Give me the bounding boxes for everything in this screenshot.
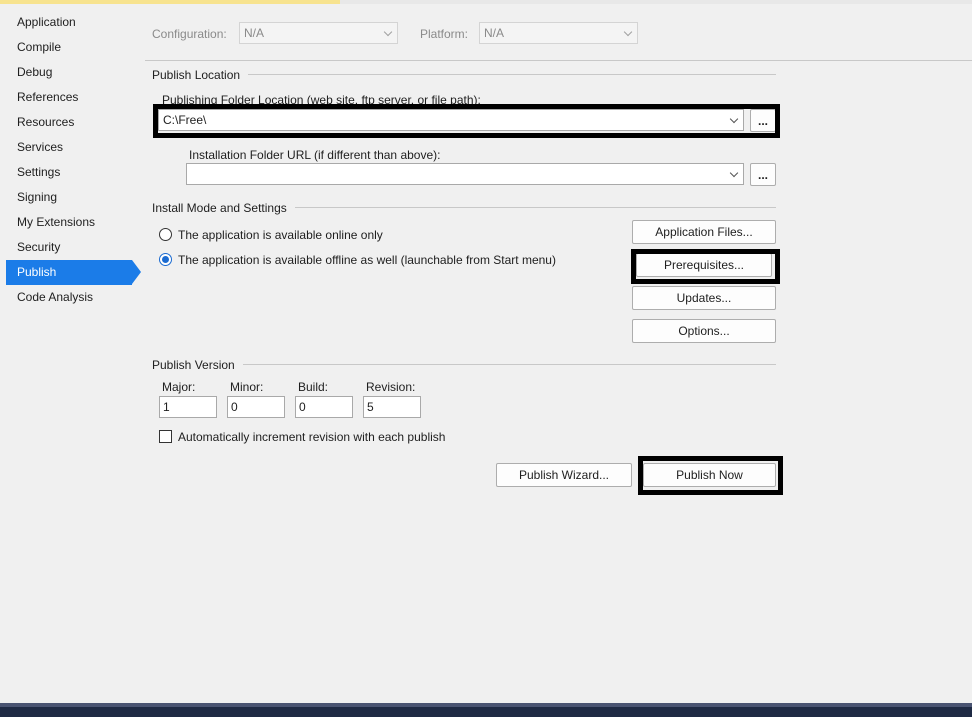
header-divider	[145, 60, 972, 61]
top-tab-strip	[0, 0, 972, 4]
publish-now-button[interactable]: Publish Now	[643, 463, 776, 487]
offline-radio[interactable]	[159, 253, 172, 266]
chevron-down-icon	[729, 114, 739, 124]
installation-url-label: Installation Folder URL (if different th…	[189, 148, 441, 162]
nav-item-settings[interactable]: Settings	[6, 160, 136, 185]
configuration-label: Configuration:	[152, 27, 227, 41]
chevron-down-icon	[623, 27, 633, 37]
major-label: Major:	[162, 380, 196, 394]
nav-item-compile[interactable]: Compile	[6, 35, 136, 60]
build-label: Build:	[298, 380, 329, 394]
minor-input[interactable]: 0	[227, 396, 285, 418]
offline-label[interactable]: The application is available offline as …	[178, 253, 556, 267]
nav-item-publish[interactable]: Publish	[6, 260, 141, 285]
publishing-folder-value: C:\Free\	[163, 113, 207, 127]
nav-item-my-extensions[interactable]: My Extensions	[6, 210, 136, 235]
nav-item-debug[interactable]: Debug	[6, 60, 136, 85]
options-button[interactable]: Options...	[632, 319, 776, 343]
install-mode-title: Install Mode and Settings	[152, 201, 295, 215]
publishing-folder-label: Publishing Folder Location (web site, ft…	[162, 93, 481, 107]
status-bar	[0, 703, 972, 717]
publishing-folder-combobox[interactable]: C:\Free\	[158, 109, 744, 131]
nav-item-services[interactable]: Services	[6, 135, 136, 160]
auto-increment-checkbox[interactable]	[159, 430, 172, 443]
updates-button[interactable]: Updates...	[632, 286, 776, 310]
online-only-radio[interactable]	[159, 228, 172, 241]
publish-location-title: Publish Location	[152, 68, 249, 82]
online-only-label[interactable]: The application is available online only	[178, 228, 383, 242]
publish-version-title: Publish Version	[152, 358, 243, 372]
property-pages-nav: Application Compile Debug References Res…	[6, 10, 141, 310]
publish-wizard-button[interactable]: Publish Wizard...	[496, 463, 632, 487]
configuration-dropdown[interactable]: N/A	[239, 22, 398, 44]
nav-item-code-analysis[interactable]: Code Analysis	[6, 285, 136, 310]
nav-item-security[interactable]: Security	[6, 235, 136, 260]
browse-installation-url-button[interactable]: ...	[750, 163, 776, 186]
major-input[interactable]: 1	[159, 396, 217, 418]
prerequisites-button[interactable]: Prerequisites...	[636, 253, 772, 277]
nav-item-signing[interactable]: Signing	[6, 185, 136, 210]
build-input[interactable]: 0	[295, 396, 353, 418]
chevron-down-icon	[729, 168, 739, 178]
auto-increment-label[interactable]: Automatically increment revision with ea…	[178, 430, 445, 444]
nav-item-references[interactable]: References	[6, 85, 136, 110]
nav-item-application[interactable]: Application	[6, 10, 136, 35]
revision-label: Revision:	[366, 380, 416, 394]
browse-publishing-folder-button[interactable]: ...	[750, 109, 776, 132]
configuration-value: N/A	[244, 26, 265, 40]
nav-item-resources[interactable]: Resources	[6, 110, 136, 135]
installation-url-combobox[interactable]	[186, 163, 744, 185]
active-document-tab[interactable]	[0, 0, 340, 4]
status-bar-edge	[0, 703, 972, 707]
revision-input[interactable]: 5	[363, 396, 421, 418]
application-files-button[interactable]: Application Files...	[632, 220, 776, 244]
publish-version-rule	[152, 364, 776, 365]
minor-label: Minor:	[230, 380, 264, 394]
platform-dropdown[interactable]: N/A	[479, 22, 638, 44]
platform-label: Platform:	[420, 27, 469, 41]
platform-value: N/A	[484, 26, 505, 40]
chevron-down-icon	[383, 27, 393, 37]
